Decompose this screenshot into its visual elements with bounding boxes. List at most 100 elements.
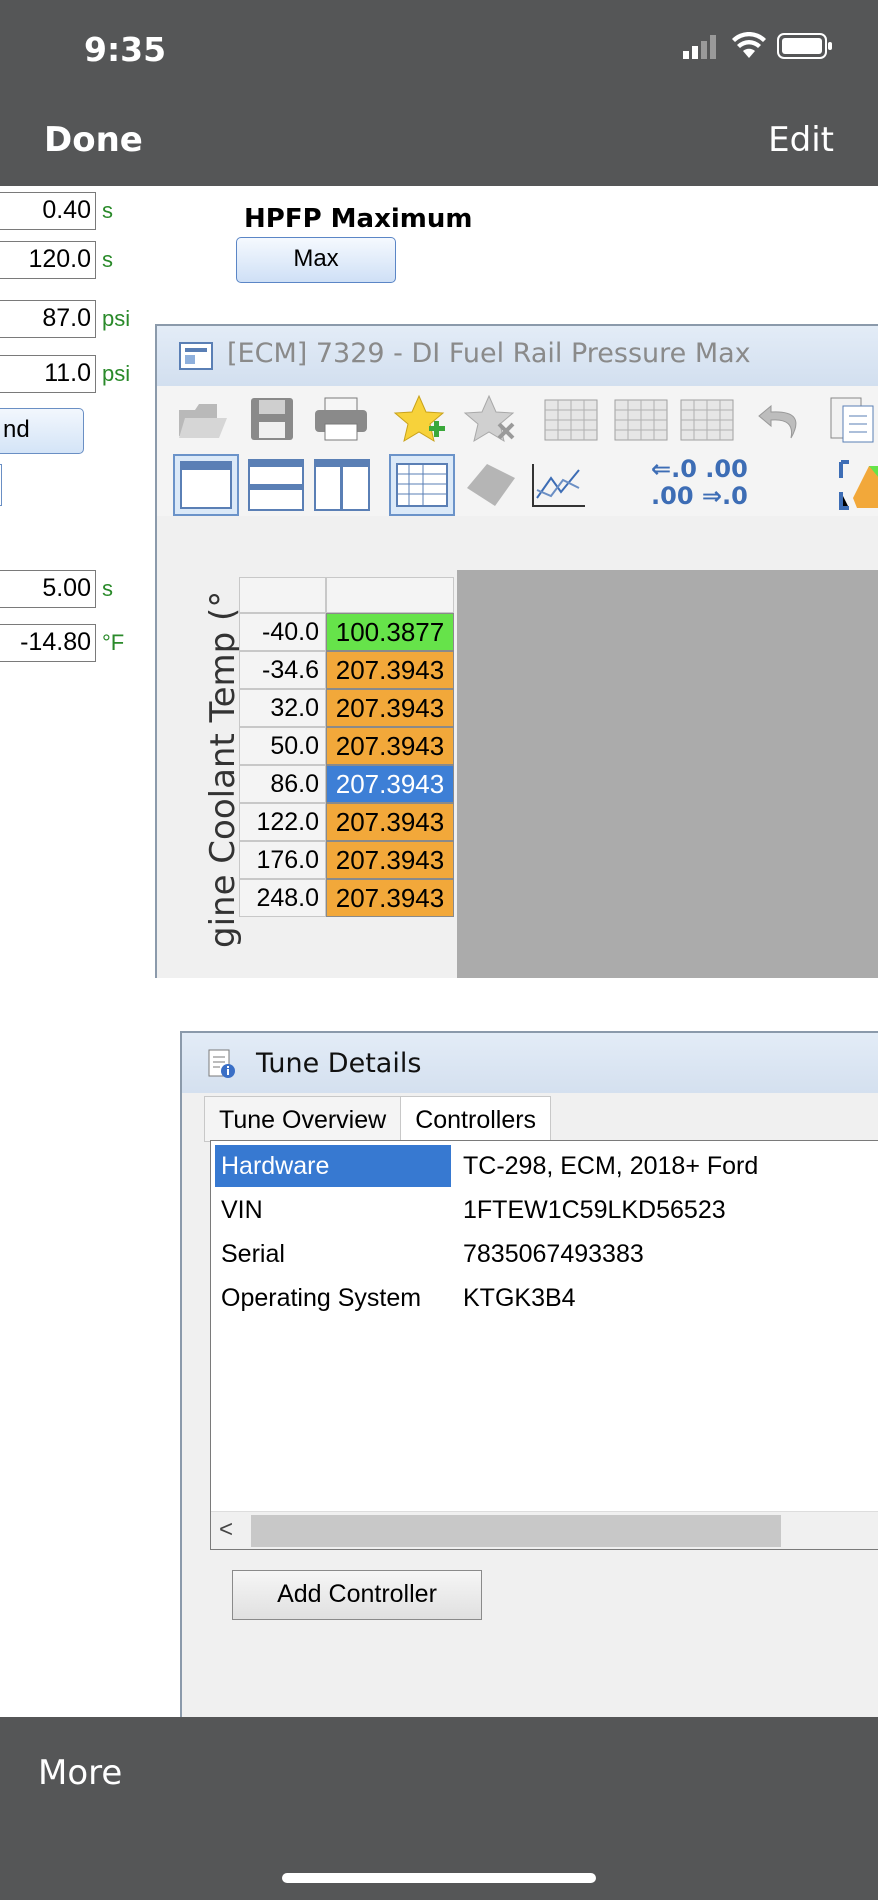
decimal-precision-icon[interactable]: ⇐.0 .00 .00 ⇒.0 [651,456,748,510]
bottom-bar: More [0,1717,878,1900]
tune-title: Tune Details [256,1048,422,1079]
table-window-icon [179,342,213,370]
save-icon[interactable] [249,396,295,442]
tune-details-window: Tune Details Tune Overview Controllers H… [180,1031,878,1717]
table-cell[interactable]: 207.3943 [326,727,454,765]
ecm-titlebar: [ECM] 7329 - DI Fuel Rail Pressure Max [157,326,878,386]
add-favorite-icon[interactable] [393,394,449,444]
surface-3d-icon[interactable] [463,460,519,510]
table-icon[interactable] [679,396,735,442]
remove-favorite-icon[interactable] [463,394,519,444]
layout-vertical-icon[interactable] [313,458,371,512]
ecm-title: [ECM] 7329 - DI Fuel Rail Pressure Max [227,338,751,369]
param-unit: s [102,576,113,601]
wifi-icon [732,32,766,58]
param-unit: psi [102,361,131,386]
status-time: 9:35 [84,30,167,69]
table-view-icon[interactable] [389,454,455,516]
partial-button[interactable]: nd [0,408,84,454]
param-field[interactable]: 5.00 [0,570,96,608]
controllers-list: Hardware TC-298, ECM, 2018+ Ford VIN 1FT… [210,1140,878,1550]
table-grid-area: gine Coolant Temp (° -40.0 100.3877 -34.6 2… [157,518,878,978]
done-button[interactable]: Done [44,120,143,160]
paste-icon[interactable] [829,394,878,444]
param-unit: s [102,247,113,272]
axis-label-text: gine Coolant Temp (° [203,590,243,948]
tab-controllers[interactable]: Controllers [400,1096,552,1144]
table-cell[interactable]: 207.3943 [326,879,454,917]
tune-titlebar: Tune Details [182,1033,878,1093]
line-graph-icon[interactable] [529,460,589,510]
param-unit: psi [102,306,131,331]
table-corner-cell [239,577,326,613]
y-axis-label: gine Coolant Temp (° [165,518,243,978]
param-field[interactable]: 87.0 [0,300,96,338]
table-cell[interactable]: 207.3943 [326,689,454,727]
row-header-cell[interactable]: 248.0 [239,879,326,917]
status-icons [681,32,833,60]
table-cell[interactable]: 207.3943 [326,841,454,879]
row-header-cell[interactable]: -40.0 [239,613,326,651]
decimal-top-label: ⇐.0 .00 [651,455,748,483]
signal-icon [683,35,716,59]
toolbar-row-1 [157,386,878,450]
top-bar: 9:35 Done Edit [0,0,878,186]
param-field[interactable]: -14.80 [0,624,96,662]
decimal-bottom-label: .00 ⇒.0 [651,482,748,510]
horizontal-scrollbar[interactable]: < [211,1511,878,1549]
grid-background [457,570,878,978]
print-icon[interactable] [313,396,369,442]
list-value: TC-298, ECM, 2018+ Ford [463,1152,759,1180]
color-map-icon[interactable] [839,458,878,512]
scroll-left-arrow[interactable]: < [219,1516,233,1544]
param-unit: s [102,198,113,223]
list-key: Serial [221,1240,285,1268]
list-value: KTGK3B4 [463,1284,576,1312]
battery-icon [777,33,832,59]
undo-icon[interactable] [755,396,811,442]
table-icon[interactable] [543,396,599,442]
row-header-cell[interactable]: -34.6 [239,651,326,689]
scrollbar-thumb[interactable] [251,1515,781,1547]
table-cell[interactable]: 100.3877 [326,613,454,651]
max-button[interactable]: Max [236,237,396,283]
tab-tune-overview[interactable]: Tune Overview [204,1096,402,1142]
list-value: 1FTEW1C59LKD56523 [463,1196,726,1224]
table-cell[interactable]: 207.3943 [326,651,454,689]
list-key: Operating System [221,1284,422,1312]
row-header-cell[interactable]: 32.0 [239,689,326,727]
table-icon[interactable] [613,396,669,442]
list-item[interactable]: Operating System KTGK3B4 [215,1277,878,1319]
list-item[interactable]: Serial 7835067493383 [215,1233,878,1275]
param-unit: °F [102,630,125,655]
toolbar-row-2: ⇐.0 .00 .00 ⇒.0 [157,450,878,516]
partial-control[interactable] [0,464,2,506]
tune-tabs: Tune Overview Controllers [204,1096,552,1144]
list-item[interactable]: Hardware TC-298, ECM, 2018+ Ford [215,1145,878,1187]
list-key: Hardware [215,1145,451,1187]
list-value: 7835067493383 [463,1240,644,1268]
list-item[interactable]: VIN 1FTEW1C59LKD56523 [215,1189,878,1231]
table-cell[interactable]: 207.3943 [326,803,454,841]
more-button[interactable]: More [38,1753,122,1793]
screenshot-content: 0.40 s 120.0 s 87.0 psi 11.0 psi nd 5.00… [0,186,878,1717]
tune-details-icon [208,1049,235,1078]
param-field[interactable]: 11.0 [0,355,96,393]
param-field[interactable]: 0.40 [0,192,96,230]
column-header-cell[interactable] [326,577,454,613]
layout-horizontal-icon[interactable] [247,458,305,512]
row-header-cell[interactable]: 176.0 [239,841,326,879]
row-header-cell[interactable]: 50.0 [239,727,326,765]
param-field[interactable]: 120.0 [0,241,96,279]
row-header-cell[interactable]: 122.0 [239,803,326,841]
table-cell[interactable]: 207.3943 [326,765,454,803]
list-key: VIN [221,1196,263,1224]
open-folder-icon[interactable] [177,398,229,442]
edit-button[interactable]: Edit [768,120,834,160]
ecm-table-window: [ECM] 7329 - DI Fuel Rail Pressure Max ⇐… [155,324,878,978]
layout-single-icon[interactable] [173,454,239,516]
add-controller-button[interactable]: Add Controller [232,1570,482,1620]
home-indicator[interactable] [282,1873,596,1883]
row-header-cell[interactable]: 86.0 [239,765,326,803]
hpfp-label: HPFP Maximum [244,204,473,234]
